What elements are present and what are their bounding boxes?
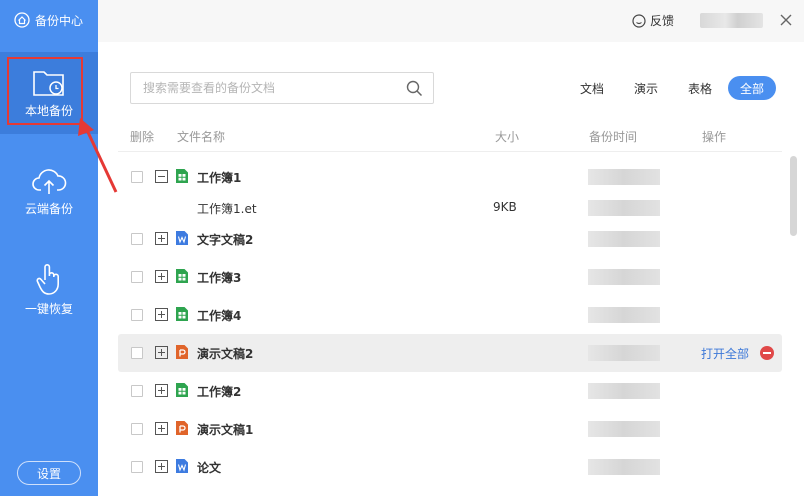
open-all-link[interactable]: 打开全部 [701, 345, 749, 362]
collapse-toggle[interactable] [155, 170, 168, 183]
feedback-label: 反馈 [650, 14, 675, 28]
row-checkbox[interactable] [131, 171, 143, 183]
row-checkbox[interactable] [131, 461, 143, 473]
row-checkbox[interactable] [131, 423, 143, 435]
file-name: 论文 [197, 461, 222, 475]
spreadsheet-file-icon [176, 383, 188, 397]
annotation-arrow-icon [78, 118, 118, 193]
app-logo: 备份中心 [0, 0, 98, 40]
column-backup-time: 备份时间 [589, 130, 638, 144]
column-action: 操作 [702, 130, 727, 144]
filter-document[interactable]: 文档 [568, 76, 616, 100]
filter-tabs: 文档 演示 表格 全部 [568, 76, 777, 100]
table-row[interactable]: 工作簿3 [118, 258, 782, 296]
app-title: 备份中心 [35, 13, 84, 28]
file-name: 工作簿3 [197, 271, 242, 285]
table-header: 删除 文件名称 大小 备份时间 操作 [118, 122, 782, 152]
backup-time [588, 169, 660, 185]
search-input[interactable] [131, 73, 391, 103]
table-row[interactable]: 论文 [118, 448, 782, 486]
expand-toggle[interactable] [155, 308, 168, 321]
table-row[interactable]: 演示文稿1 [118, 410, 782, 448]
title-bar: 反馈 [98, 0, 804, 42]
expand-toggle[interactable] [155, 460, 168, 473]
file-size: 9KB [493, 200, 517, 214]
document-file-icon [176, 231, 188, 245]
sidebar-item-label: 云端备份 [24, 201, 73, 216]
filter-presentation[interactable]: 演示 [622, 76, 670, 100]
scrollbar[interactable] [790, 156, 797, 236]
spreadsheet-file-icon [176, 307, 188, 321]
settings-button[interactable]: 设置 [17, 461, 81, 485]
sidebar-item-label: 一键恢复 [24, 301, 73, 316]
expand-toggle[interactable] [155, 422, 168, 435]
search-icon[interactable] [406, 80, 423, 97]
row-checkbox[interactable] [131, 309, 143, 321]
table-row[interactable]: 文字文稿2 [118, 220, 782, 258]
row-checkbox[interactable] [131, 347, 143, 359]
backup-time [588, 421, 660, 437]
backup-time [588, 269, 660, 285]
file-name: 演示文稿1 [197, 423, 254, 437]
home-icon [14, 12, 30, 28]
sidebar-item-one-click-restore[interactable]: 一键恢复 [0, 248, 98, 330]
backup-time [588, 345, 660, 361]
file-name: 工作簿1.et [197, 202, 257, 216]
table-row[interactable]: 演示文稿2 打开全部 [118, 334, 782, 372]
folder-clock-icon [33, 70, 64, 96]
backup-time [588, 307, 660, 323]
hand-pointer-icon [36, 263, 59, 295]
filter-spreadsheet[interactable]: 表格 [676, 76, 724, 100]
expand-toggle[interactable] [155, 270, 168, 283]
user-account[interactable] [700, 13, 763, 28]
file-name: 工作簿1 [197, 171, 242, 185]
file-name: 工作簿2 [197, 385, 242, 399]
document-file-icon [176, 459, 188, 473]
presentation-file-icon [176, 345, 188, 359]
column-filename: 文件名称 [177, 130, 226, 144]
remove-icon[interactable] [760, 346, 774, 360]
backup-time [588, 200, 660, 216]
row-checkbox[interactable] [131, 233, 143, 245]
row-checkbox[interactable] [131, 271, 143, 283]
cloud-upload-icon [32, 168, 67, 194]
spreadsheet-file-icon [176, 169, 188, 183]
search-box [130, 72, 434, 104]
row-checkbox[interactable] [131, 385, 143, 397]
backup-time [588, 383, 660, 399]
backup-time [588, 231, 660, 247]
spreadsheet-file-icon [176, 269, 188, 283]
file-name: 文字文稿2 [197, 233, 254, 247]
file-name: 工作簿4 [197, 309, 242, 323]
filter-all[interactable]: 全部 [728, 76, 777, 100]
table-row[interactable]: 工作簿2 [118, 372, 782, 410]
expand-toggle[interactable] [155, 346, 168, 359]
feedback-button[interactable]: 反馈 [632, 12, 674, 29]
chat-bubble-icon [632, 13, 646, 28]
column-size: 大小 [495, 130, 520, 144]
backup-time [588, 459, 660, 475]
sidebar: 备份中心 本地备份 云端备份 一键恢复 设置 [0, 0, 98, 496]
close-icon[interactable] [777, 11, 795, 29]
sidebar-item-label: 本地备份 [24, 103, 73, 118]
expand-toggle[interactable] [155, 384, 168, 397]
presentation-file-icon [176, 421, 188, 435]
file-name: 演示文稿2 [197, 347, 254, 361]
table-row[interactable]: 工作簿4 [118, 296, 782, 334]
column-delete: 删除 [130, 130, 155, 144]
expand-toggle[interactable] [155, 232, 168, 245]
